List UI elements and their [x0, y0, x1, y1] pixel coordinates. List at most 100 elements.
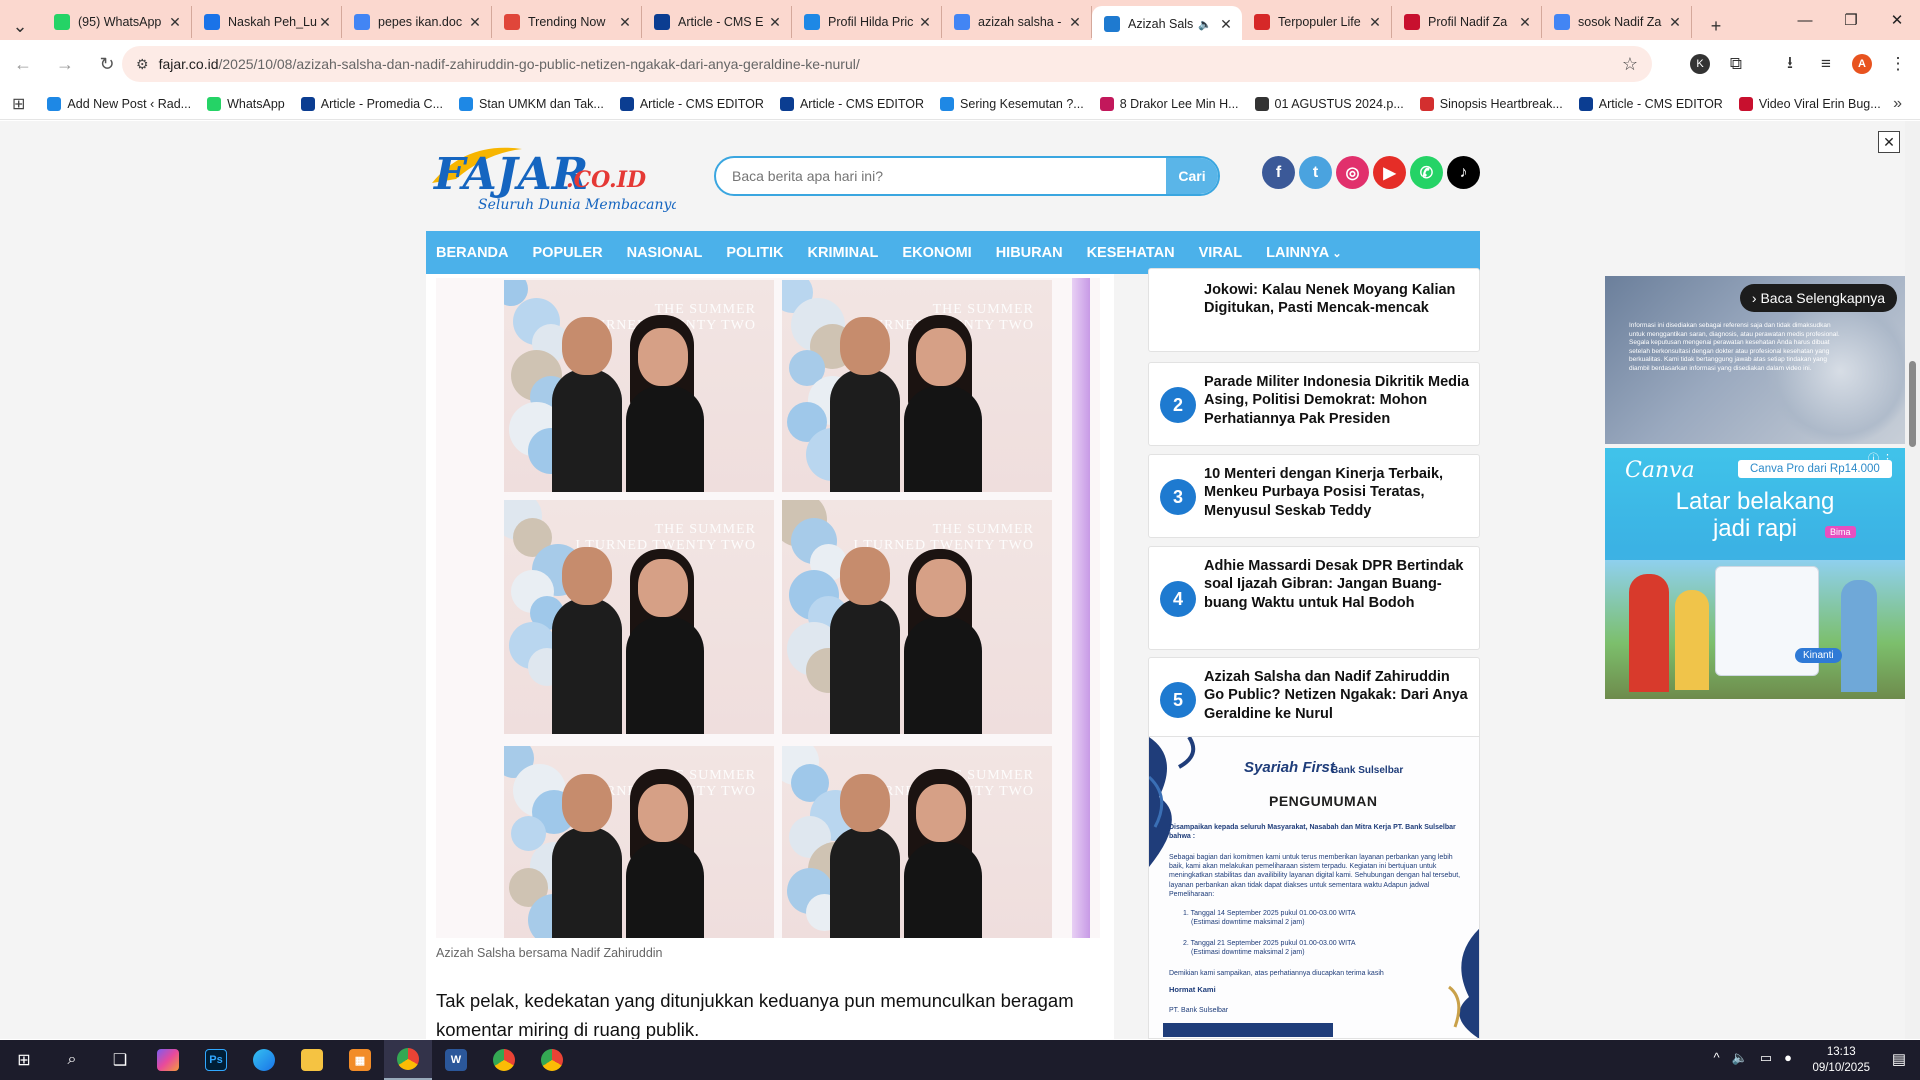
- menu-item-populer[interactable]: POPULER: [533, 245, 603, 261]
- notifications-icon[interactable]: ▤: [1892, 1050, 1906, 1068]
- bookmark-item[interactable]: WhatsApp: [207, 96, 285, 111]
- bank-sulselbar-ad[interactable]: Syariah First Bank Sulselbar PENGUMUMAN …: [1148, 736, 1480, 1039]
- popular-title[interactable]: Adhie Massardi Desak DPR Bertindak soal …: [1204, 557, 1472, 612]
- ad-close-button[interactable]: ✕: [1878, 131, 1900, 153]
- facebook-icon[interactable]: f: [1262, 156, 1295, 189]
- app-orange-icon[interactable]: ▦: [336, 1040, 384, 1080]
- tab-audio-icon[interactable]: 🔈: [1198, 18, 1212, 31]
- tab-close-icon[interactable]: ✕: [917, 14, 933, 31]
- tab-3[interactable]: Trending Now ✕: [492, 6, 642, 38]
- menu-item-politik[interactable]: POLITIK: [726, 245, 783, 261]
- popular-item[interactable]: Jokowi: Kalau Nenek Moyang Kalian Digitu…: [1148, 268, 1480, 352]
- menu-item-ekonomi[interactable]: EKONOMI: [902, 245, 971, 261]
- new-tab-button[interactable]: +: [1702, 12, 1730, 40]
- search-input[interactable]: [716, 158, 1166, 194]
- tray-chevron-icon[interactable]: ^: [1714, 1050, 1720, 1066]
- word-icon[interactable]: W: [432, 1040, 480, 1080]
- tab-4[interactable]: Article - CMS E ✕: [642, 6, 792, 38]
- downloads-icon[interactable]: ⭳: [1776, 50, 1804, 78]
- tab-close-icon[interactable]: ✕: [1517, 14, 1533, 31]
- scrollbar-thumb[interactable]: [1909, 361, 1916, 447]
- bookmark-item[interactable]: Video Viral Erin Bug...: [1738, 96, 1881, 111]
- popular-item[interactable]: 3 10 Menteri dengan Kinerja Terbaik, Menk…: [1148, 454, 1480, 538]
- menu-item-beranda[interactable]: BERANDA: [436, 245, 509, 261]
- popular-item[interactable]: 2 Parade Militer Indonesia Dikritik Media…: [1148, 362, 1480, 446]
- tab-close-icon[interactable]: ✕: [167, 14, 183, 31]
- reload-button[interactable]: ↻: [90, 47, 124, 81]
- search-button[interactable]: Cari: [1166, 158, 1218, 194]
- tab-2[interactable]: pepes ikan.doc ✕: [342, 6, 492, 38]
- chrome-profile-icon[interactable]: [528, 1040, 576, 1080]
- file-explorer-icon[interactable]: [288, 1040, 336, 1080]
- start-button[interactable]: ⊞: [0, 1040, 48, 1080]
- security-icon[interactable]: ●: [1784, 1050, 1792, 1066]
- tab-close-icon[interactable]: ✕: [1667, 14, 1683, 31]
- bookmark-item[interactable]: Article - Promedia C...: [300, 96, 443, 111]
- menu-item-lainnya[interactable]: LAINNYA ⌄: [1266, 245, 1341, 261]
- network-icon[interactable]: ▭: [1760, 1050, 1772, 1066]
- tab-close-icon[interactable]: ✕: [317, 14, 333, 31]
- chrome-icon[interactable]: [480, 1040, 528, 1080]
- menu-item-kriminal[interactable]: KRIMINAL: [808, 245, 879, 261]
- tab-5[interactable]: Profil Hilda Pric ✕: [792, 6, 942, 38]
- profile-avatar[interactable]: A: [1848, 50, 1876, 78]
- volume-icon[interactable]: 🔈: [1732, 1050, 1748, 1066]
- tab-close-icon[interactable]: ✕: [1367, 14, 1383, 31]
- minimize-button[interactable]: —: [1782, 0, 1828, 40]
- bookmark-item[interactable]: Sinopsis Heartbreak...: [1419, 96, 1563, 111]
- bookmark-item[interactable]: Article - CMS EDITOR: [779, 96, 924, 111]
- menu-item-viral[interactable]: VIRAL: [1199, 245, 1243, 261]
- tab-close-icon[interactable]: ✕: [767, 14, 783, 31]
- bookmark-item[interactable]: Sering Kesemutan ?...: [940, 96, 1084, 111]
- site-info-icon[interactable]: ⚙: [136, 56, 149, 73]
- apps-grid-icon[interactable]: ⊞: [12, 94, 25, 114]
- close-window-button[interactable]: ✕: [1874, 0, 1920, 40]
- tab-search-button[interactable]: ⌄: [6, 12, 34, 40]
- taskbar-clock[interactable]: 13:13 09/10/2025: [1812, 1044, 1870, 1076]
- menu-item-nasional[interactable]: NASIONAL: [627, 245, 703, 261]
- tab-8[interactable]: Terpopuler Life ✕: [1242, 6, 1392, 38]
- chrome-taskbar-icon[interactable]: [384, 1040, 432, 1080]
- more-bookmarks-icon[interactable]: »: [1893, 95, 1902, 113]
- canva-ad[interactable]: Canva Canva Pro dari Rp14.000 ⓘ ⋮ Latar …: [1605, 448, 1905, 699]
- media-control-icon[interactable]: ≡: [1812, 50, 1840, 78]
- copilot-icon[interactable]: [144, 1040, 192, 1080]
- whatsapp-icon[interactable]: ✆: [1410, 156, 1443, 189]
- taskbar-search-icon[interactable]: ⌕: [48, 1040, 96, 1080]
- bookmark-item[interactable]: Article - CMS EDITOR: [619, 96, 764, 111]
- tab-close-icon[interactable]: ✕: [1067, 14, 1083, 31]
- forward-button[interactable]: →: [48, 47, 82, 81]
- url-text[interactable]: fajar.co.id/2025/10/08/azizah-salsha-dan…: [159, 56, 860, 72]
- edge-icon[interactable]: [240, 1040, 288, 1080]
- ad-info-icon[interactable]: ⓘ ⋮: [1868, 450, 1893, 466]
- tab-close-icon[interactable]: ✕: [1218, 16, 1234, 33]
- popular-item[interactable]: 4 Adhie Massardi Desak DPR Bertindak soal…: [1148, 546, 1480, 650]
- twitter-icon[interactable]: t: [1299, 156, 1332, 189]
- page-scrollbar[interactable]: [1905, 121, 1920, 1039]
- address-bar[interactable]: ⚙ fajar.co.id/2025/10/08/azizah-salsha-d…: [122, 46, 1652, 82]
- tab-1[interactable]: Naskah Peh_Lu ✕: [192, 6, 342, 38]
- bookmark-item[interactable]: Stan UMKM dan Tak...: [459, 96, 604, 111]
- extension-profile-icon[interactable]: K: [1686, 50, 1714, 78]
- bookmark-item[interactable]: Article - CMS EDITOR: [1578, 96, 1723, 111]
- bookmark-item[interactable]: 8 Drakor Lee Min H...: [1099, 96, 1239, 111]
- chrome-menu-icon[interactable]: ⋮: [1884, 50, 1912, 78]
- photoshop-icon[interactable]: Ps: [192, 1040, 240, 1080]
- article-photo[interactable]: THE SUMMERI TURNED TWENTY TWOTHE SUMMERI…: [436, 278, 1100, 938]
- youtube-icon[interactable]: ▶: [1373, 156, 1406, 189]
- popular-title[interactable]: Jokowi: Kalau Nenek Moyang Kalian Digitu…: [1204, 281, 1472, 318]
- instagram-icon[interactable]: ◎: [1336, 156, 1369, 189]
- back-button[interactable]: ←: [6, 47, 40, 81]
- bookmark-item[interactable]: 01 AGUSTUS 2024.p...: [1254, 96, 1404, 111]
- popular-item[interactable]: 5 Azizah Salsha dan Nadif Zahiruddin Go P…: [1148, 657, 1480, 741]
- tab-9[interactable]: Profil Nadif Za ✕: [1392, 6, 1542, 38]
- tiktok-icon[interactable]: ♪: [1447, 156, 1480, 189]
- popular-title[interactable]: Parade Militer Indonesia Dikritik Media …: [1204, 373, 1472, 428]
- bookmark-item[interactable]: Add New Post ‹ Rad...: [47, 96, 191, 111]
- tab-7[interactable]: Azizah Sals 🔈 ✕: [1092, 6, 1242, 42]
- menu-item-hiburan[interactable]: HIBURAN: [996, 245, 1063, 261]
- tab-close-icon[interactable]: ✕: [617, 14, 633, 31]
- popular-title[interactable]: 10 Menteri dengan Kinerja Terbaik, Menke…: [1204, 465, 1472, 520]
- bookmark-star-icon[interactable]: ☆: [1622, 54, 1638, 75]
- restore-button[interactable]: ❐: [1828, 0, 1874, 40]
